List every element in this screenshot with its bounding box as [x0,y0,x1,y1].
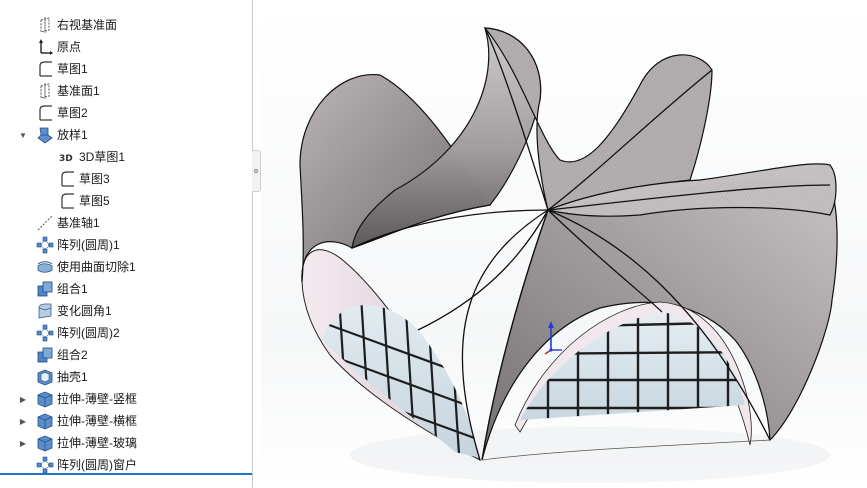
tree-item-label: 抽壳1 [57,370,88,384]
tree-item-label: 使用曲面切除1 [57,260,136,274]
svg-text:3D: 3D [59,154,73,164]
sketch3d-icon: 3D [58,148,76,166]
sketch-icon [36,60,54,78]
extrude-icon [36,412,54,430]
tree-item[interactable]: 变化圆角1 [0,301,252,321]
tree-item[interactable]: 原点 [0,37,252,57]
tree-item-label: 右视基准面 [57,18,118,32]
surface-cut-icon [36,258,54,276]
tree-item[interactable]: 草图5 [0,191,252,211]
tree-item-label: 拉伸-薄壁-横框 [57,414,137,428]
plane-icon [36,16,54,34]
chevron-right-icon[interactable]: ▶ [18,389,28,409]
tree-item-label: 阵列(圆周)2 [57,326,120,340]
tree-item-label: 草图3 [79,172,110,186]
shell-icon [36,368,54,386]
tree-item[interactable]: ▶ 拉伸-薄壁-竖框 [0,389,252,409]
chevron-right-icon[interactable]: ▶ [18,411,28,431]
pattern-icon [36,236,54,254]
tree-item[interactable]: 3D 3D草图1 [0,147,252,167]
tree-item-label: 组合1 [57,282,88,296]
tree-item[interactable]: ▶ 拉伸-薄壁-玻璃 [0,433,252,453]
handle-dot-icon [254,169,258,173]
combine-icon [36,280,54,298]
extrude-icon [36,390,54,408]
pattern-icon [36,456,54,474]
tree-item-label: 3D草图1 [79,150,126,164]
tree-item-label: 基准面1 [57,84,100,98]
tree-item[interactable]: ▶ 拉伸-薄壁-横框 [0,411,252,431]
chevron-down-icon[interactable]: ▼ [18,125,28,145]
tree-item[interactable]: 草图2 [0,103,252,123]
tree-item-label: 放样1 [57,128,88,142]
axis-icon [36,214,54,232]
feature-manager-tree: 右视基准面原点草图1 基准面1 草图2 ▼ 放样1 3D 3D草图1 草图3 草图5 基准轴1 阵列… [0,0,253,488]
tree-item[interactable]: 基准面1 [0,81,252,101]
origin-icon [36,38,54,56]
sketch-icon [58,170,76,188]
tree-item-label: 基准轴1 [57,216,100,230]
tree-item-label: 变化圆角1 [57,304,112,318]
panel-collapse-handle[interactable] [252,150,261,192]
tree-item[interactable]: 阵列(圆周)1 [0,235,252,255]
tree-item[interactable]: 草图3 [0,169,252,189]
pattern-icon [36,324,54,342]
tree-item[interactable]: 右视基准面 [0,15,252,35]
solidworks-window: 右视基准面原点草图1 基准面1 草图2 ▼ 放样1 3D 3D草图1 草图3 草图5 基准轴1 阵列… [0,0,867,488]
tree-item[interactable]: 抽壳1 [0,367,252,387]
extrude-icon [36,434,54,452]
chevron-right-icon[interactable]: ▶ [18,433,28,453]
combine-icon [36,346,54,364]
tree-item[interactable]: 组合1 [0,279,252,299]
tree-item-label: 阵列(圆周)1 [57,238,120,252]
tree-item-label: 组合2 [57,348,88,362]
tree-item[interactable]: 阵列(圆周)窗户 [0,455,252,475]
graphics-viewport[interactable] [261,0,867,488]
tree-item-label: 草图1 [57,62,88,76]
tree-item[interactable]: 使用曲面切除1 [0,257,252,277]
fillet-icon [36,302,54,320]
tree-item[interactable]: 阵列(圆周)2 [0,323,252,343]
tree-item[interactable]: 基准轴1 [0,213,252,233]
sketch-icon [58,192,76,210]
loft-icon [36,126,54,144]
tree-item-label: 拉伸-薄壁-竖框 [57,392,137,406]
tree-item[interactable]: 组合2 [0,345,252,365]
tree-item-label: 阵列(圆周)窗户 [57,458,137,472]
tree-item-label: 草图2 [57,106,88,120]
canopy-roof-model[interactable] [261,0,867,488]
tree-item-label: 拉伸-薄壁-玻璃 [57,436,137,450]
floor-reflection [350,427,830,483]
tree-item[interactable]: ▼ 放样1 [0,125,252,145]
tree-item[interactable]: 草图1 [0,59,252,79]
tree-item-label: 草图5 [79,194,110,208]
tree-item-label: 原点 [57,40,82,54]
sketch-icon [36,104,54,122]
plane-icon [36,82,54,100]
